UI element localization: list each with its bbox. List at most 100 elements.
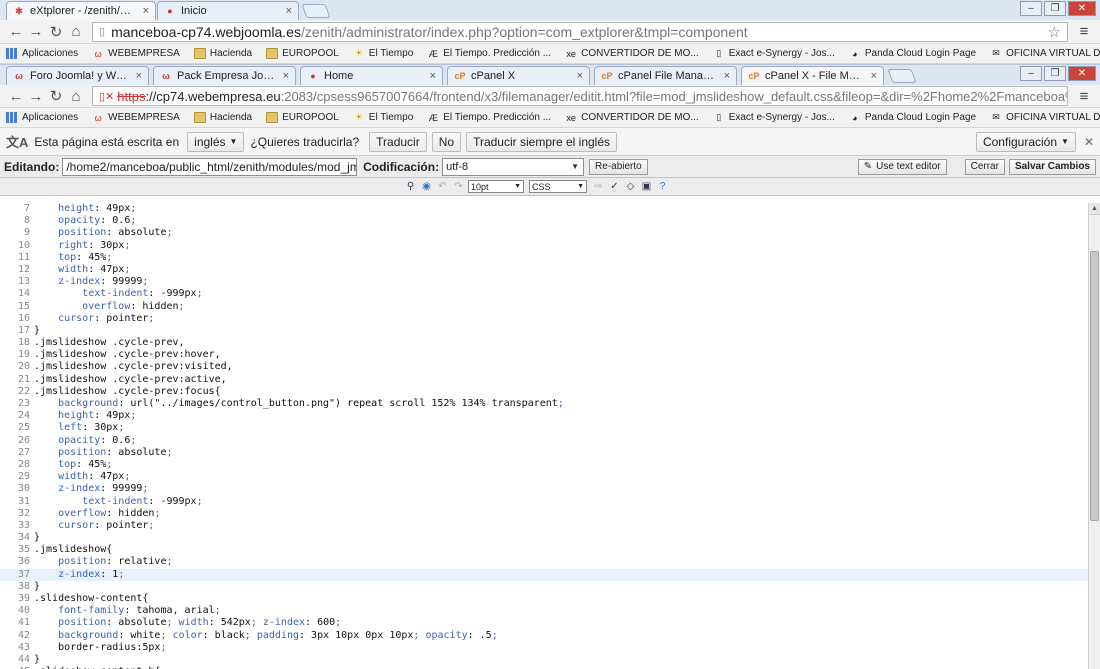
close-icon[interactable]: ×: [577, 70, 583, 82]
use-text-editor-button[interactable]: ✎ Use text editor: [857, 158, 947, 175]
close-icon[interactable]: ×: [871, 70, 877, 82]
code-line[interactable]: 39 .slideshow-content{: [0, 593, 1088, 605]
scroll-up-icon[interactable]: ▲: [1089, 203, 1100, 215]
code-line[interactable]: 15 overflow: hidden;: [0, 301, 1088, 313]
inner-tab-cpanel[interactable]: cP cPanel X ×: [447, 66, 590, 85]
code-line[interactable]: 20 .jmslideshow .cycle-prev:visited,: [0, 361, 1088, 373]
code-line[interactable]: 23 background: url("../images/control_bu…: [0, 398, 1088, 410]
code-line[interactable]: 17}: [0, 325, 1088, 337]
code-line[interactable]: 25 left: 30px;: [0, 422, 1088, 434]
menu-icon[interactable]: ≡: [1074, 23, 1094, 40]
address-bar[interactable]: ▯✕ https ://cp74.webempresa.eu :2083/cps…: [92, 86, 1068, 106]
code-line[interactable]: 44}: [0, 654, 1088, 666]
bookmark-item[interactable]: ✉ OFICINA VIRTUAL DE ...: [990, 48, 1100, 59]
code-line[interactable]: 13 z-index: 99999;: [0, 276, 1088, 288]
code-line[interactable]: 19 .jmslideshow .cycle-prev:hover,: [0, 349, 1088, 361]
code-line[interactable]: 37 z-index: 1;: [0, 568, 1088, 581]
close-icon[interactable]: ×: [283, 70, 289, 82]
code-line[interactable]: 36 position: relative;: [0, 556, 1088, 568]
close-button[interactable]: Cerrar: [964, 158, 1005, 175]
code-line[interactable]: 14 text-indent: -999px;: [0, 288, 1088, 300]
bookmark-item[interactable]: xe CONVERTIDOR DE MO...: [565, 48, 698, 59]
code-line[interactable]: 9 position: absolute;: [0, 227, 1088, 239]
undo-icon[interactable]: ↶: [436, 180, 449, 193]
code-line[interactable]: 32 overflow: hidden;: [0, 508, 1088, 520]
code-line[interactable]: 18 .jmslideshow .cycle-prev,: [0, 337, 1088, 349]
code-line[interactable]: 16 cursor: pointer;: [0, 313, 1088, 325]
code-line[interactable]: 33 cursor: pointer;: [0, 520, 1088, 532]
encoding-select[interactable]: utf-8 ▼: [442, 157, 585, 176]
vertical-scrollbar[interactable]: ▲: [1088, 203, 1100, 669]
menu-icon[interactable]: ≡: [1074, 88, 1094, 105]
bookmark-item[interactable]: ▯ Exact e-Synergy - Jos...: [713, 112, 835, 123]
bookmark-item[interactable]: Æ El Tiempo. Predicción ...: [427, 112, 551, 123]
address-bar[interactable]: ▯ manceboa-cp74.webjoomla.es /zenith/adm…: [92, 21, 1068, 42]
code-line[interactable]: 27 position: absolute;: [0, 447, 1088, 459]
code-line[interactable]: 30 z-index: 99999;: [0, 483, 1088, 495]
maximize-icon[interactable]: ❐: [1044, 66, 1066, 81]
bookmark-item[interactable]: ◕ Panda Cloud Login Page: [849, 48, 976, 59]
inner-tab-pack[interactable]: ω Pack Empresa Joomla - Hosti ×: [153, 66, 296, 85]
redo-icon[interactable]: ↷: [452, 180, 465, 193]
bookmark-item[interactable]: ◕ Panda Cloud Login Page: [849, 112, 976, 123]
back-icon[interactable]: ←: [6, 88, 26, 105]
code-line[interactable]: 22 .jmslideshow .cycle-prev:focus{: [0, 386, 1088, 398]
no-button[interactable]: No: [431, 131, 462, 152]
close-icon[interactable]: ×: [724, 70, 730, 82]
bookmark-item[interactable]: ▯ Exact e-Synergy - Jos...: [713, 48, 835, 59]
font-size-select[interactable]: 10pt ▼: [468, 180, 524, 193]
minimize-icon[interactable]: –: [1020, 66, 1042, 81]
close-icon[interactable]: ×: [143, 5, 149, 17]
close-window-icon[interactable]: ✕: [1068, 66, 1096, 81]
new-tab-button[interactable]: [887, 69, 917, 83]
arrow-icon[interactable]: ⇨: [592, 180, 605, 193]
home-icon[interactable]: ⌂: [66, 23, 86, 40]
code-line[interactable]: 40 font-family: tahoma, arial;: [0, 605, 1088, 617]
code-line[interactable]: 10 right: 30px;: [0, 240, 1088, 252]
code-line[interactable]: 28 top: 45%;: [0, 459, 1088, 471]
translate-button[interactable]: Traducir: [369, 131, 427, 152]
code-line[interactable]: 26 opacity: 0.6;: [0, 435, 1088, 447]
code-line[interactable]: 12 width: 47px;: [0, 264, 1088, 276]
star-icon[interactable]: ☆: [1048, 23, 1061, 41]
eraser-icon[interactable]: ◇: [624, 180, 637, 193]
goto-icon[interactable]: ◉: [420, 180, 433, 193]
inner-tab-foro[interactable]: ω Foro Joomla! y WordPress : ×: [6, 66, 149, 85]
forward-icon[interactable]: →: [26, 23, 46, 40]
reload-icon[interactable]: ↻: [46, 23, 66, 41]
bookmark-item[interactable]: Aplicaciones: [6, 112, 78, 123]
code-line[interactable]: 8 opacity: 0.6;: [0, 215, 1088, 227]
outer-tab-extplorer[interactable]: ✱ eXtplorer - /zenith/modules/ ×: [6, 1, 156, 20]
syntax-select[interactable]: CSS ▼: [529, 180, 587, 193]
scroll-thumb[interactable]: [1090, 251, 1099, 521]
maximize-icon[interactable]: ❐: [1044, 1, 1066, 16]
bookmark-item[interactable]: Æ El Tiempo. Predicción ...: [427, 48, 551, 59]
code-line[interactable]: 21 .jmslideshow .cycle-prev:active,: [0, 374, 1088, 386]
close-icon[interactable]: ×: [136, 70, 142, 82]
binoculars-icon[interactable]: ⚲: [404, 180, 417, 193]
configuration-button[interactable]: Configuración ▼: [975, 131, 1076, 152]
code-line[interactable]: 38}: [0, 581, 1088, 593]
bookmark-item[interactable]: ω WEBEMPRESA: [92, 112, 180, 123]
reload-icon[interactable]: ↻: [46, 87, 66, 105]
code-line[interactable]: 24 height: 49px;: [0, 410, 1088, 422]
close-window-icon[interactable]: ✕: [1068, 1, 1096, 16]
back-icon[interactable]: ←: [6, 23, 26, 40]
save-changes-button[interactable]: Salvar Cambios: [1008, 158, 1096, 175]
bookmark-item[interactable]: EUROPOOL: [266, 48, 339, 59]
inner-tab-filemanager[interactable]: cP cPanel X - File Manager ×: [741, 66, 884, 85]
code-line[interactable]: 7 height: 49px;: [0, 203, 1088, 215]
bookmark-item[interactable]: xe CONVERTIDOR DE MO...: [565, 112, 698, 123]
help-icon[interactable]: ?: [656, 180, 669, 193]
inner-tab-home[interactable]: ● Home ×: [300, 66, 443, 85]
code-line[interactable]: 43 border-radius:5px;: [0, 642, 1088, 654]
code-line[interactable]: 42 background: white; color: black; padd…: [0, 630, 1088, 642]
home-icon[interactable]: ⌂: [66, 88, 86, 105]
code-line[interactable]: 31 text-indent: -999px;: [0, 496, 1088, 508]
bookmark-item[interactable]: ω WEBEMPRESA: [92, 48, 180, 59]
inner-tab-filemanager-v3[interactable]: cP cPanel File Manager v3 ×: [594, 66, 737, 85]
language-select[interactable]: inglés ▼: [187, 131, 245, 152]
bookmark-item[interactable]: ☀ El Tiempo: [353, 112, 414, 123]
code-line[interactable]: 34}: [0, 532, 1088, 544]
code-editor[interactable]: 7 height: 49px; 8 opacity: 0.6; 9 position…: [0, 203, 1088, 669]
